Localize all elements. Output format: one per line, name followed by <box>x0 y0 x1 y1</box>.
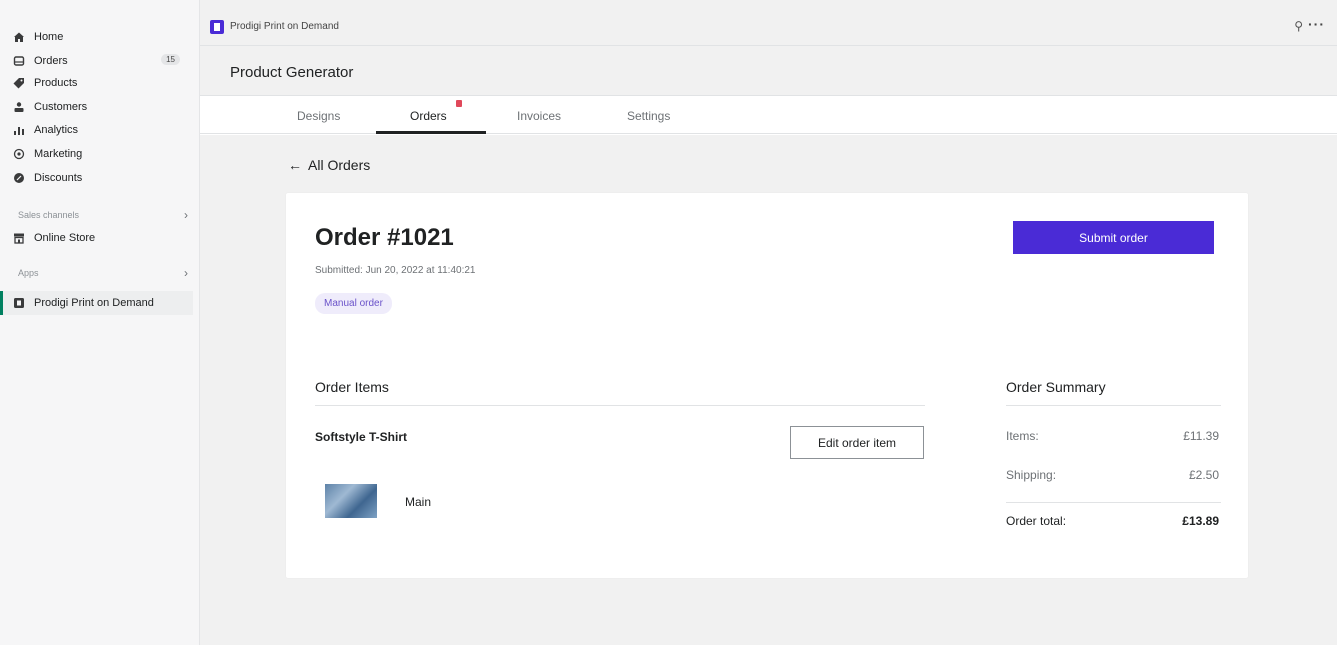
submitted-timestamp: Submitted: Jun 20, 2022 at 11:40:21 <box>315 265 476 276</box>
back-link[interactable]: ← All Orders <box>288 157 370 173</box>
order-total-label: Order total: <box>1006 514 1067 528</box>
discount-icon <box>12 171 26 185</box>
sidebar-item-marketing[interactable]: Marketing <box>12 145 188 163</box>
sidebar-item-discounts[interactable]: Discounts <box>12 169 188 187</box>
back-link-label: All Orders <box>308 157 371 173</box>
chevron-right-icon: › <box>184 266 188 280</box>
main-content: ← All Orders Order #1021 Submitted: Jun … <box>200 135 1337 645</box>
target-icon <box>12 147 26 161</box>
summary-items-row: Items: £11.39 <box>1006 429 1219 443</box>
tab-bar: Designs Orders Invoices Settings <box>200 96 1337 134</box>
divider <box>1006 405 1221 406</box>
sidebar-item-label: Home <box>34 31 64 43</box>
apps-label: Apps <box>18 268 39 278</box>
sidebar-item-label: Discounts <box>34 172 83 184</box>
active-tab-indicator <box>376 131 486 134</box>
edit-order-item-button[interactable]: Edit order item <box>790 426 924 459</box>
sidebar-item-label: Prodigi Print on Demand <box>34 297 154 309</box>
sidebar-item-home[interactable]: Home <box>12 28 188 46</box>
sidebar-item-label: Customers <box>34 101 88 113</box>
tab-invoices[interactable]: Invoices <box>517 109 561 123</box>
sales-channels-label: Sales channels <box>18 210 80 220</box>
apps-section[interactable]: Apps › <box>18 266 188 280</box>
order-type-badge: Manual order <box>315 293 392 314</box>
order-items-heading: Order Items <box>315 379 389 395</box>
summary-total-row: Order total: £13.89 <box>1006 514 1219 528</box>
product-name: Softstyle T-Shirt <box>315 430 408 444</box>
app-topbar: Prodigi Print on Demand ⚲ ··· <box>200 0 1337 46</box>
sidebar: Home Orders 15 Products Customers Analyt… <box>0 0 200 645</box>
sidebar-item-online-store[interactable]: Online Store <box>12 229 188 247</box>
tag-icon <box>12 76 26 90</box>
order-summary-heading: Order Summary <box>1006 379 1106 395</box>
pin-icon[interactable]: ⚲ <box>1294 19 1303 33</box>
items-value: £11.39 <box>1183 429 1219 443</box>
sidebar-item-label: Orders <box>34 55 68 67</box>
prodigi-logo-icon <box>210 20 224 34</box>
divider <box>315 405 925 406</box>
app-icon <box>12 296 26 310</box>
more-horizontal-icon[interactable]: ··· <box>1308 16 1325 32</box>
summary-shipping-row: Shipping: £2.50 <box>1006 468 1219 482</box>
sidebar-item-label: Analytics <box>34 124 79 136</box>
orders-icon <box>12 54 26 68</box>
tab-designs[interactable]: Designs <box>297 109 340 123</box>
bar-chart-icon <box>12 123 26 137</box>
sidebar-item-orders[interactable]: Orders 15 <box>12 52 188 70</box>
shipping-value: £2.50 <box>1188 468 1219 482</box>
sidebar-item-label: Marketing <box>34 148 83 160</box>
arrow-left-icon: ← <box>288 157 302 173</box>
sidebar-item-label: Products <box>34 77 78 89</box>
submit-order-button[interactable]: Submit order <box>1013 221 1214 254</box>
home-icon <box>12 30 26 44</box>
divider <box>1006 502 1221 503</box>
store-icon <box>12 231 26 245</box>
tab-orders[interactable]: Orders <box>410 109 447 123</box>
sidebar-item-prodigi[interactable]: Prodigi Print on Demand <box>12 294 188 312</box>
items-label: Items: <box>1006 429 1039 443</box>
order-title: Order #1021 <box>315 224 454 251</box>
sidebar-item-analytics[interactable]: Analytics <box>12 121 188 139</box>
sidebar-item-products[interactable]: Products <box>12 74 188 92</box>
page-title: Product Generator <box>230 64 354 81</box>
orders-count-badge: 15 <box>161 54 180 65</box>
product-thumbnail <box>325 484 377 518</box>
sidebar-item-customers[interactable]: Customers <box>12 98 188 116</box>
order-card: Order #1021 Submitted: Jun 20, 2022 at 1… <box>286 193 1248 578</box>
notification-dot <box>456 100 462 107</box>
person-icon <box>12 100 26 114</box>
page-header: Product Generator <box>200 46 1337 96</box>
image-label: Main <box>405 495 432 509</box>
shipping-label: Shipping: <box>1006 468 1057 482</box>
tab-settings[interactable]: Settings <box>627 109 670 123</box>
sales-channels-section[interactable]: Sales channels › <box>18 208 188 222</box>
sidebar-item-label: Online Store <box>34 232 96 244</box>
app-name: Prodigi Print on Demand <box>230 21 339 32</box>
order-total-value: £13.89 <box>1182 514 1219 528</box>
chevron-right-icon: › <box>184 208 188 222</box>
